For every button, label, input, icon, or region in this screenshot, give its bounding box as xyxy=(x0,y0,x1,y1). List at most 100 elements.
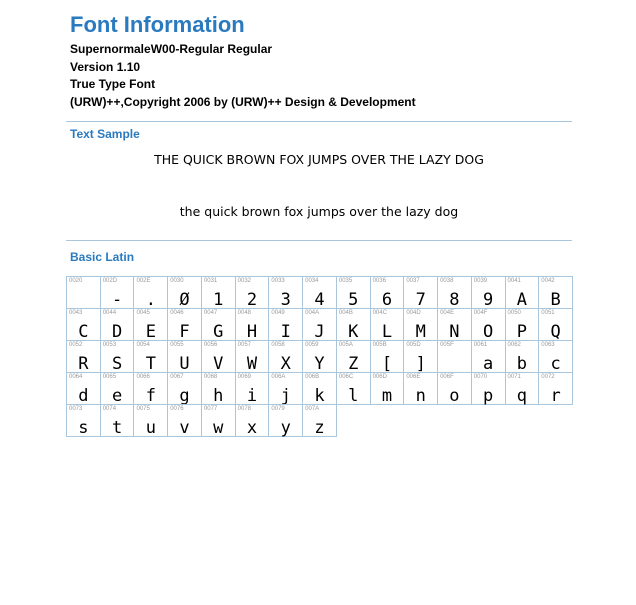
glyph-char: C xyxy=(78,322,89,342)
glyph-code: 004C xyxy=(372,310,387,316)
glyph-cell: 005B [ xyxy=(369,340,405,374)
glyph-code: 0067 xyxy=(170,374,184,380)
glyph-char: ] xyxy=(415,354,426,374)
glyph-cell: 0073 s xyxy=(66,404,101,438)
glyph-char: i xyxy=(246,386,258,406)
glyph-cell: 004C L xyxy=(369,308,405,342)
glyph-char: S xyxy=(111,354,123,374)
glyph-cell: 0061 a xyxy=(470,340,506,374)
glyph-char: [ xyxy=(381,354,393,374)
glyph-code: 004A xyxy=(305,310,320,316)
glyph-code: 0037 xyxy=(406,278,420,284)
glyph-cell: 0038 8 xyxy=(437,276,472,310)
glyph-code: 0074 xyxy=(102,406,117,412)
glyph-cell: 0072 r xyxy=(538,372,573,406)
glyph-cell: 0039 9 xyxy=(470,276,506,310)
glyph-code: 006E xyxy=(406,374,421,380)
page-title: Font Information xyxy=(70,12,245,37)
glyph-char: v xyxy=(179,418,190,438)
glyph-code: 0053 xyxy=(102,342,117,348)
glyph-cell: 0037 7 xyxy=(403,276,439,310)
glyph-cell: 0063 c xyxy=(538,340,573,374)
glyph-code: 0078 xyxy=(237,406,252,412)
glyph-cell: 005A Z xyxy=(335,340,371,374)
glyph-char: u xyxy=(145,418,156,438)
font-version: Version 1.10 xyxy=(70,59,141,74)
glyph-cell: 006A j xyxy=(268,372,304,406)
glyph-cell: 0069 i xyxy=(234,372,270,406)
glyph-cell: 004D M xyxy=(403,308,439,342)
glyph-code: 002D xyxy=(102,278,118,284)
glyph-code: 006D xyxy=(372,374,387,380)
glyph-cell: 0055 U xyxy=(167,340,202,374)
glyph-cell: 0045 E xyxy=(133,308,169,342)
basic-latin-heading: Basic Latin xyxy=(70,250,135,264)
glyph-cell: 0052 R xyxy=(66,340,101,374)
glyph-cell: 0065 e xyxy=(99,372,135,406)
glyph-code: 0030 xyxy=(170,278,184,284)
glyph-code: 0032 xyxy=(237,278,252,284)
glyph-cell: 0056 V xyxy=(200,340,236,374)
glyph-char: m xyxy=(381,386,393,406)
divider xyxy=(66,240,572,241)
glyph-code: 004B xyxy=(338,310,353,316)
glyph-cell: 004E N xyxy=(437,308,472,342)
glyph-code: 0075 xyxy=(136,406,150,412)
glyph-cell: 0033 3 xyxy=(268,276,304,310)
glyph-char: k xyxy=(314,386,325,406)
glyph-cell: 0051 Q xyxy=(538,308,573,342)
glyph-char: W xyxy=(246,354,258,374)
glyph-char: B xyxy=(550,290,561,310)
glyph-code: 0056 xyxy=(203,342,218,348)
glyph-code: 0048 xyxy=(237,310,252,316)
glyph-code: 0063 xyxy=(541,342,555,348)
glyph-char: D xyxy=(111,322,123,342)
glyph-code: 002E xyxy=(136,278,151,284)
glyph-cell: 004B K xyxy=(335,308,371,342)
glyph-cell: 005D] xyxy=(403,340,439,374)
glyph-char: h xyxy=(213,386,224,406)
glyph-char: E xyxy=(145,322,156,342)
glyph-char: r xyxy=(550,386,561,406)
glyph-char: V xyxy=(213,354,224,374)
glyph-char: L xyxy=(381,322,393,342)
glyph-cell: 004A J xyxy=(302,308,337,342)
glyph-char: l xyxy=(348,386,359,406)
glyph-char: Y xyxy=(314,354,325,374)
glyph-code: 004E xyxy=(440,310,455,316)
glyph-code: 0077 xyxy=(203,406,218,412)
glyph-code: 0043 xyxy=(69,310,83,316)
text-sample-heading: Text Sample xyxy=(70,127,140,141)
glyph-char: t xyxy=(111,418,123,438)
glyph-code: 0051 xyxy=(541,310,555,316)
glyph-cell: 0030 Ø xyxy=(167,276,202,310)
glyph-char: 6 xyxy=(381,290,393,310)
glyph-code: 0044 xyxy=(102,310,117,316)
glyph-cell: 0070 p xyxy=(470,372,506,406)
glyph-char: s xyxy=(78,418,89,438)
glyph-char: A xyxy=(516,290,528,310)
glyph-cell: 0075 u xyxy=(133,404,169,438)
glyph-code: 0039 xyxy=(473,278,488,284)
glyph-cell: 0044 D xyxy=(99,308,135,342)
glyph-code: 004F xyxy=(473,310,488,316)
glyph-cell: 0057 W xyxy=(234,340,270,374)
glyph-char: - xyxy=(111,290,123,310)
glyph-char: H xyxy=(246,322,258,342)
glyph-code: 005B xyxy=(372,342,387,348)
glyph-code: 007A xyxy=(305,406,320,412)
glyph-code: 0058 xyxy=(271,342,285,348)
glyph-code: 0041 xyxy=(507,278,521,284)
glyph-code: 006B xyxy=(305,374,320,380)
glyph-code: 006F xyxy=(440,374,454,380)
glyph-cell: 0066 f xyxy=(133,372,169,406)
glyph-code: 0068 xyxy=(203,374,218,380)
glyph-char: . xyxy=(145,290,156,310)
glyph-code: 0070 xyxy=(473,374,488,380)
glyph-cell: 002E. xyxy=(133,276,169,310)
glyph-char: j xyxy=(280,386,291,406)
glyph-char: F xyxy=(179,322,190,342)
glyph-char: 7 xyxy=(415,290,426,310)
glyph-cell: 006D m xyxy=(369,372,405,406)
glyph-code: 0033 xyxy=(271,278,285,284)
